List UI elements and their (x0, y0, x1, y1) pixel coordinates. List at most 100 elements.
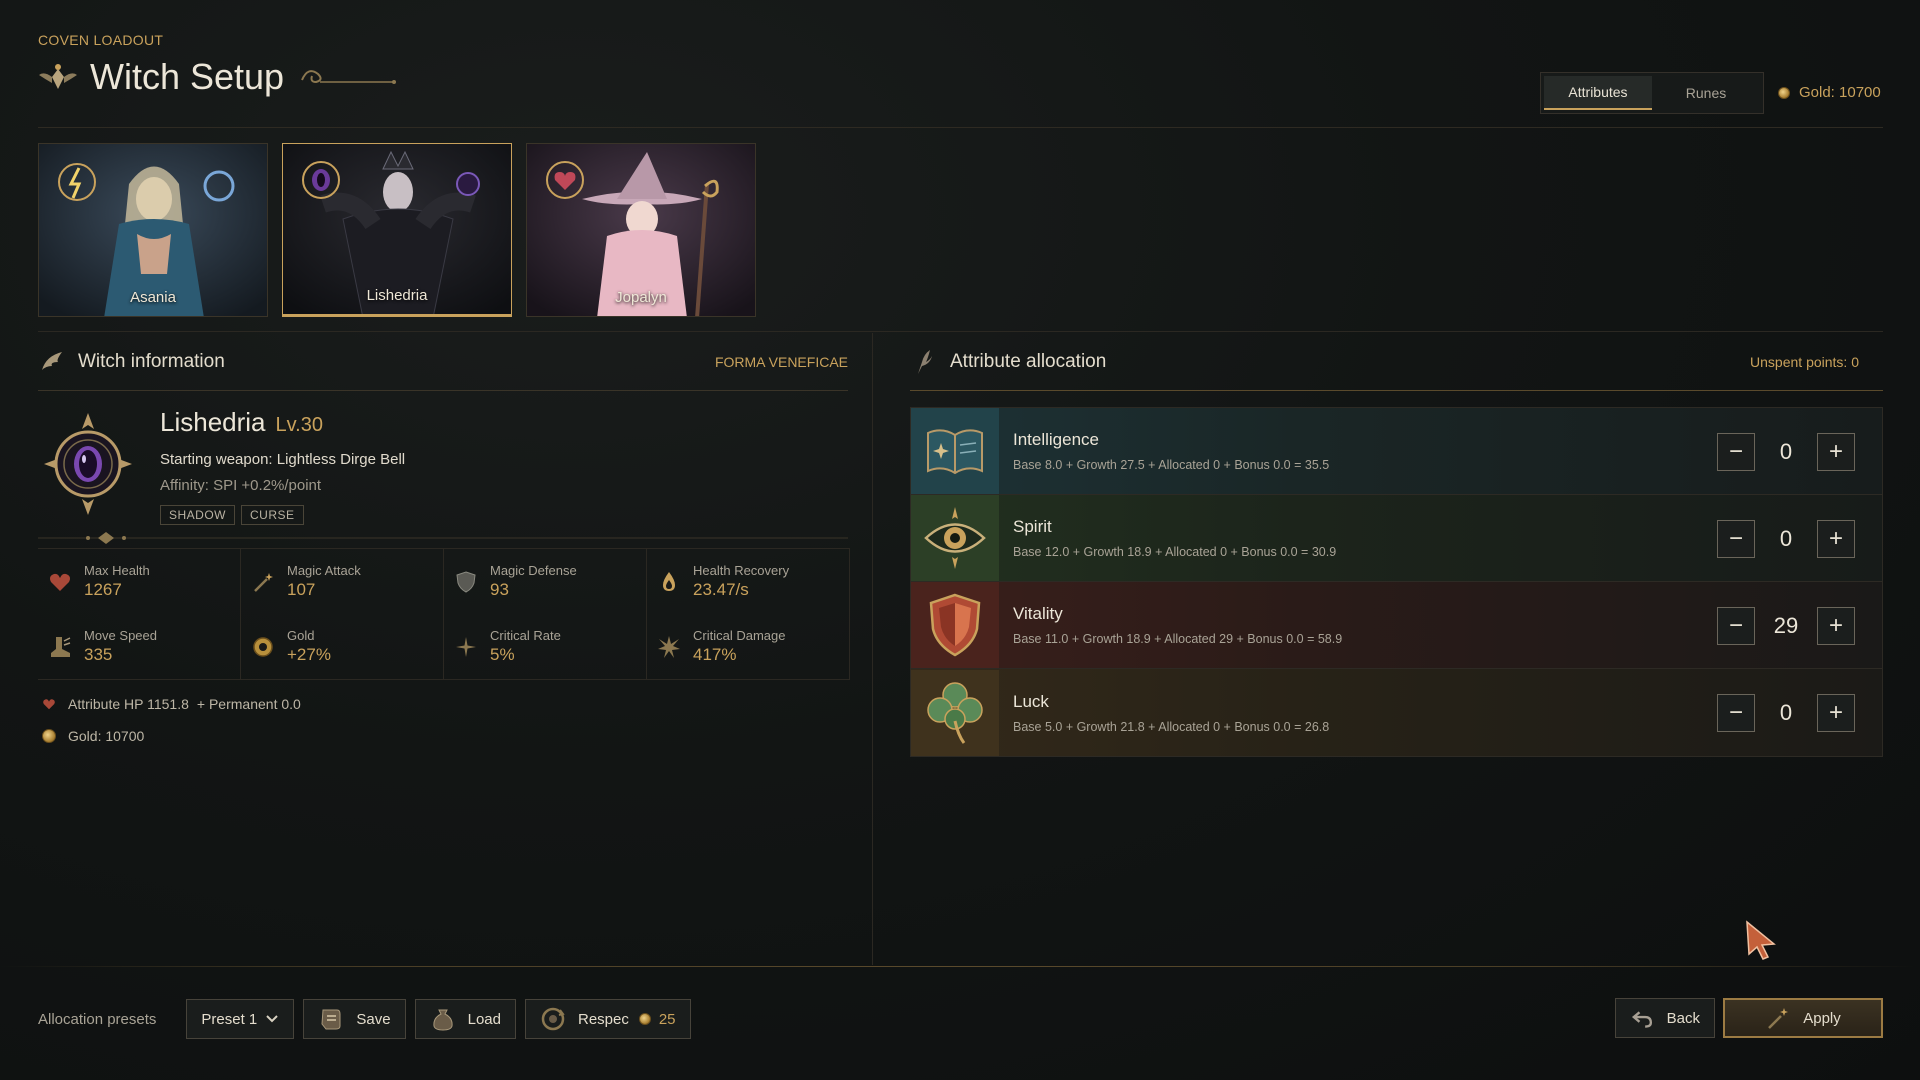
stat-value: 335 (84, 645, 113, 664)
card-ornament-icon (38, 532, 848, 544)
witch-info-title: Witch information (78, 350, 225, 372)
stat-value: 417% (693, 645, 737, 664)
tab-runes[interactable]: Runes (1652, 76, 1760, 110)
attribute-formula: Base 11.0 + Growth 18.9 + Allocated 29 +… (1013, 632, 1343, 646)
portrait-name: Lishedria (366, 287, 428, 304)
stat-label: Move Speed (84, 628, 157, 643)
back-button[interactable]: Back (1615, 998, 1715, 1038)
unspent-points: Unspent points: 0 (1750, 353, 1859, 370)
stat-label: Magic Defense (490, 563, 577, 578)
page-title: Witch Setup (90, 56, 285, 97)
attribute-row-luck: Luck Base 5.0 + Growth 21.8 + Allocated … (911, 669, 1882, 756)
allocated-value: 0 (1779, 526, 1793, 551)
witch-level: Lv.30 (275, 414, 323, 436)
gold-line: Gold: 10700 (38, 728, 848, 744)
footer-divider (0, 966, 1920, 967)
witch-portraits: Asania Lishedria Jopalyn (38, 143, 756, 317)
section-divider (38, 331, 1883, 332)
preset-value: Preset 1 (201, 1010, 258, 1028)
sparkle-icon (456, 636, 476, 657)
load-button[interactable]: Load (414, 999, 516, 1039)
increase-button[interactable]: + (1817, 433, 1855, 471)
chevron-down-icon (266, 1015, 279, 1023)
shield-icon (929, 593, 981, 657)
witch-card: Lishedria Lv.30 Starting weapon: Lightles… (38, 391, 848, 546)
page-eyebrow: COVEN LOADOUT (38, 32, 164, 48)
wand-icon (1768, 1008, 1789, 1029)
back-label: Back (1666, 1009, 1700, 1027)
attribute-formula: Base 12.0 + Growth 18.9 + Allocated 0 + … (1013, 545, 1337, 559)
void-eye-emblem-icon (44, 413, 132, 515)
attribute-name: Luck (1013, 691, 1049, 711)
attribute-hp: Attribute HP 1151.8 (68, 696, 189, 712)
back-arrow-icon (1631, 1011, 1653, 1028)
wand-icon (254, 572, 273, 592)
clover-icon (927, 681, 983, 744)
respec-cost-value: 25 (658, 1010, 676, 1028)
save-button[interactable]: Save (303, 999, 406, 1039)
attribute-allocation-panel: Attribute allocation Unspent points: 0 I… (910, 333, 1883, 963)
tab-attributes[interactable]: Attributes (1544, 76, 1652, 110)
wing-icon (42, 351, 62, 370)
stat-critical-rate: Critical Rate 5% (444, 614, 647, 679)
attribute-row-vitality: Vitality Base 11.0 + Growth 18.9 + Alloc… (911, 582, 1882, 669)
stat-value: 93 (490, 580, 509, 599)
scroll-icon (321, 1009, 341, 1030)
allocated-value: 29 (1773, 613, 1799, 638)
affinity: Affinity: SPI +0.2%/point (160, 477, 322, 494)
respec-label: Respec (577, 1010, 629, 1028)
heart-icon (50, 573, 70, 591)
portrait-name: Jopalyn (615, 289, 667, 306)
preset-dropdown[interactable]: Preset 1 (186, 999, 295, 1039)
title-row: Witch Setup (38, 56, 398, 98)
attribute-icon-tile (911, 669, 999, 756)
decrease-button[interactable]: − (1717, 607, 1755, 645)
stat-health-recovery: Health Recovery 23.47/s (647, 549, 850, 614)
save-label: Save (356, 1010, 391, 1028)
attribute-name: Vitality (1013, 604, 1063, 623)
stat-gold: Gold +27% (241, 614, 444, 679)
stat-max-health: Max Health 1267 (38, 549, 241, 614)
respec-button[interactable]: Respec 25 (524, 999, 691, 1039)
allocated-value: 0 (1779, 439, 1793, 464)
book-icon (927, 429, 983, 475)
attribute-icon-tile (911, 408, 999, 494)
attribute-text: Vitality Base 11.0 + Growth 18.9 + Alloc… (1013, 604, 1342, 646)
attribute-row-spirit: Spirit Base 12.0 + Growth 18.9 + Allocat… (911, 495, 1882, 582)
stat-critical-damage: Critical Damage 417% (647, 614, 850, 679)
decrease-button[interactable]: − (1717, 520, 1755, 558)
witch-tags: SHADOW CURSE (160, 505, 304, 525)
flame-drop-icon (663, 571, 675, 591)
portrait-jopalyn[interactable]: Jopalyn (526, 143, 756, 317)
stat-label: Max Health (84, 563, 150, 578)
cycle-icon (541, 1007, 565, 1031)
portrait-lishedria[interactable]: Lishedria (282, 143, 512, 317)
winged-crest-icon (39, 64, 77, 89)
boot-icon (51, 636, 71, 657)
tag-curse: CURSE (241, 505, 304, 525)
portrait-name: Asania (130, 289, 176, 306)
decrease-button[interactable]: − (1717, 433, 1755, 471)
gold-amount: Gold: 10700 (1799, 84, 1881, 101)
increase-button[interactable]: + (1817, 694, 1855, 732)
burst-icon (658, 635, 680, 658)
panel-divider (872, 333, 873, 965)
attribute-text: Intelligence Base 8.0 + Growth 27.5 + Al… (1013, 430, 1329, 472)
attribute-formula: Base 5.0 + Growth 21.8 + Allocated 0 + B… (1013, 719, 1330, 734)
load-label: Load (467, 1010, 501, 1028)
tag-shadow: SHADOW (160, 505, 235, 525)
portrait-asania[interactable]: Asania (38, 143, 268, 317)
form-label: FORMA VENEFICAE (714, 353, 848, 370)
increase-button[interactable]: + (1817, 607, 1855, 645)
attribute-text: Luck Base 5.0 + Growth 21.8 + Allocated … (1013, 692, 1329, 734)
decrease-button[interactable]: − (1717, 694, 1755, 732)
respec-cost: 25 (638, 1010, 676, 1028)
increase-button[interactable]: + (1817, 520, 1855, 558)
attribute-row-intelligence: Intelligence Base 8.0 + Growth 27.5 + Al… (911, 408, 1882, 495)
apply-button[interactable]: Apply (1723, 998, 1883, 1038)
sack-icon (433, 1009, 453, 1031)
view-tabs: Attributes Runes (1540, 72, 1764, 114)
stat-value: 107 (287, 580, 316, 599)
eye-icon (924, 507, 986, 569)
gold-line-text: Gold: 10700 (68, 728, 145, 744)
